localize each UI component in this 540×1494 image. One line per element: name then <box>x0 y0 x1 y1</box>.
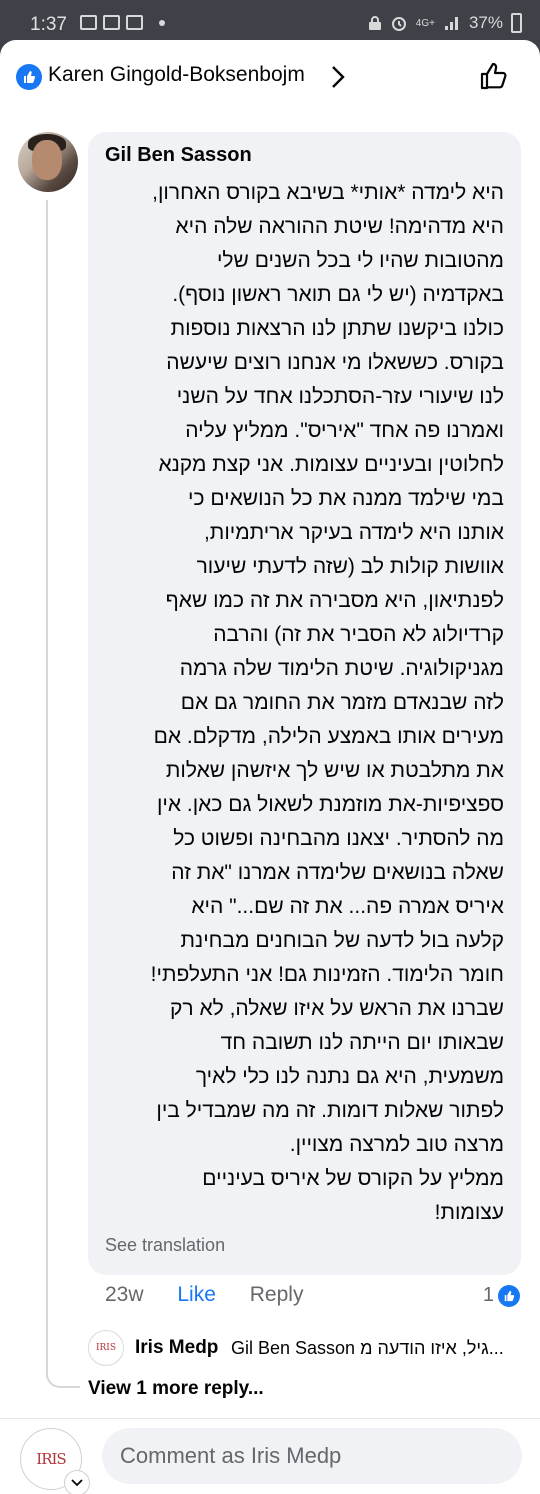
composer-divider <box>0 1418 540 1419</box>
comment-line: במי שילמד ממנה את כל הנושאים כי <box>188 487 504 510</box>
comment-line: ספציפיות-את מוזמנת לשאול גם כאן. אין <box>156 793 504 816</box>
comment-line: שבאותו יום הייתה לנו תשובה חד <box>220 1031 504 1054</box>
comment-age: 23w <box>105 1283 144 1306</box>
comment-line: בקורס. כששאלו מי אנחנו רוצים שיעשה <box>166 351 504 374</box>
see-translation-link[interactable]: See translation <box>105 1235 225 1256</box>
comment-line: שברנו את הראש על איזו שאלה, לא רק <box>170 997 504 1020</box>
signal-icon <box>444 17 458 30</box>
like-outline-icon[interactable] <box>478 60 510 92</box>
screenshot-icon <box>126 15 143 30</box>
comments-sheet: Karen Gingold-Boksenbojm Gil Ben Sasson … <box>0 40 540 1494</box>
account-switch-button[interactable] <box>64 1470 90 1494</box>
commenter-avatar[interactable] <box>18 132 78 192</box>
comment-line: את מתלבטת או שיש לך איזשהן שאלות <box>165 759 504 782</box>
comment-line: היא לימדה *אותי* בשיבא בקורס האחרון, <box>152 181 504 204</box>
comment-line: משמעית, היא גם נתנה לנו כלי לאיך <box>195 1065 504 1088</box>
comment-input[interactable]: Comment as Iris Medp <box>102 1428 522 1484</box>
reaction-count[interactable]: 1 <box>483 1284 520 1307</box>
like-reaction-icon <box>498 1284 520 1307</box>
system-icons: 4G+ 37% <box>368 13 522 33</box>
view-more-replies-link[interactable]: View 1 more reply... <box>88 1378 264 1400</box>
comment-line: לזה שבנאדם מזמר את החומר גם אם <box>180 691 504 714</box>
comment-line: כולנו ביקשנו שתתן לנו הרצאות נוספות <box>170 317 504 340</box>
comment-line: שאלה בנושאים שלימדה אמרנו "את זה <box>171 861 504 884</box>
chevron-right-icon[interactable] <box>330 64 346 90</box>
comment-line: קלעה בול לדעה של הבוחנים מבחינת <box>180 929 504 952</box>
reaction-count-value: 1 <box>482 1284 494 1306</box>
more-notifications-icon <box>159 19 165 26</box>
comment-line: אוושות קולות לב (שזה לדעתי שיעור <box>196 555 504 578</box>
comment-line: מה להסתיר. יצאנו מהבחינה ופשוט כל <box>173 827 504 850</box>
comment-line: מגניקולוגיה. שיטת הלימוד שלה גרמה <box>179 657 504 680</box>
comment-line: אותנו היא לימדה בעיקר אריתמיות, <box>203 521 504 544</box>
gallery-icon <box>80 15 97 30</box>
comment-line: ואמרנו פה אחד "איריס". ממליץ עליה <box>185 419 504 442</box>
comment-line: מעירים אותו באמצע הלילה, מדקלם. אם <box>153 725 504 748</box>
comment-line: באקדמיה (יש לי גם תואר ראשון נוסף). <box>172 283 504 306</box>
comment-actions: 23w Like Reply <box>105 1283 303 1307</box>
reply-connector <box>46 1340 80 1388</box>
comment-bubble: Gil Ben Sasson היא לימדה *אותי* בשיבא בק… <box>88 132 521 1275</box>
comment-line: ממליץ על הקורס של איריס בעיניים <box>202 1167 504 1190</box>
reply-avatar[interactable]: IRIS <box>88 1330 124 1366</box>
battery-percent: 37% <box>468 13 503 32</box>
comment-line: לפתור שאלות דומות. זה מה שמבדיל בין <box>156 1099 504 1122</box>
comment-author[interactable]: Gil Ben Sasson <box>105 144 252 167</box>
reply-preview-text[interactable]: Gil Ben Sasson גיל, איזו הודעה מ... <box>231 1338 521 1359</box>
comment-line: איריס אמרה פה... את זה שם..." היא <box>191 895 504 918</box>
chevron-down-icon <box>71 1479 83 1487</box>
comment-line: היא מדהימה! שיטת ההוראה שלה היא <box>175 215 504 238</box>
sheet-header: Karen Gingold-Boksenbojm <box>0 40 540 112</box>
comment-line: חומר הלימוד. הזמינות גם! אני התעלפתי! <box>150 963 504 986</box>
network-label: 4G+ <box>415 17 435 29</box>
thread-line <box>46 200 48 1378</box>
notification-icons <box>80 15 165 30</box>
avatar-face <box>32 140 62 180</box>
like-reaction-icon <box>16 64 42 90</box>
comment-line: מרצה טוב למרצה מצויין. <box>289 1133 504 1156</box>
comment-line: לחלוטין ובעיניים עצומות. אני קצת מקנא <box>158 453 504 476</box>
status-time: 1:37 <box>30 14 67 35</box>
comment-text: היא לימדה *אותי* בשיבא בקורס האחרון, היא… <box>104 176 504 1230</box>
lock-icon <box>368 16 381 30</box>
reply-author[interactable]: Iris Medp <box>135 1337 218 1359</box>
comment-line: עצומות! <box>434 1201 504 1224</box>
comment-line: לנו שיעורי עזר-הסתכלנו אחד על השני <box>176 385 504 408</box>
reactors-name[interactable]: Karen Gingold-Boksenbojm <box>48 63 305 87</box>
alarm-icon <box>391 17 406 31</box>
reply-button[interactable]: Reply <box>250 1283 304 1306</box>
comment-line: מהטובות שהיו לי בכל השנים שלי <box>216 249 504 272</box>
battery-icon <box>511 13 522 33</box>
like-button[interactable]: Like <box>177 1283 216 1306</box>
comment-line: לפנתיאון, היא מסבירה את זה כמו שאף <box>165 589 504 612</box>
comment-line: קרדיולוג לא הסביר את זה) והרבה <box>213 623 504 646</box>
message-icon <box>103 15 120 30</box>
